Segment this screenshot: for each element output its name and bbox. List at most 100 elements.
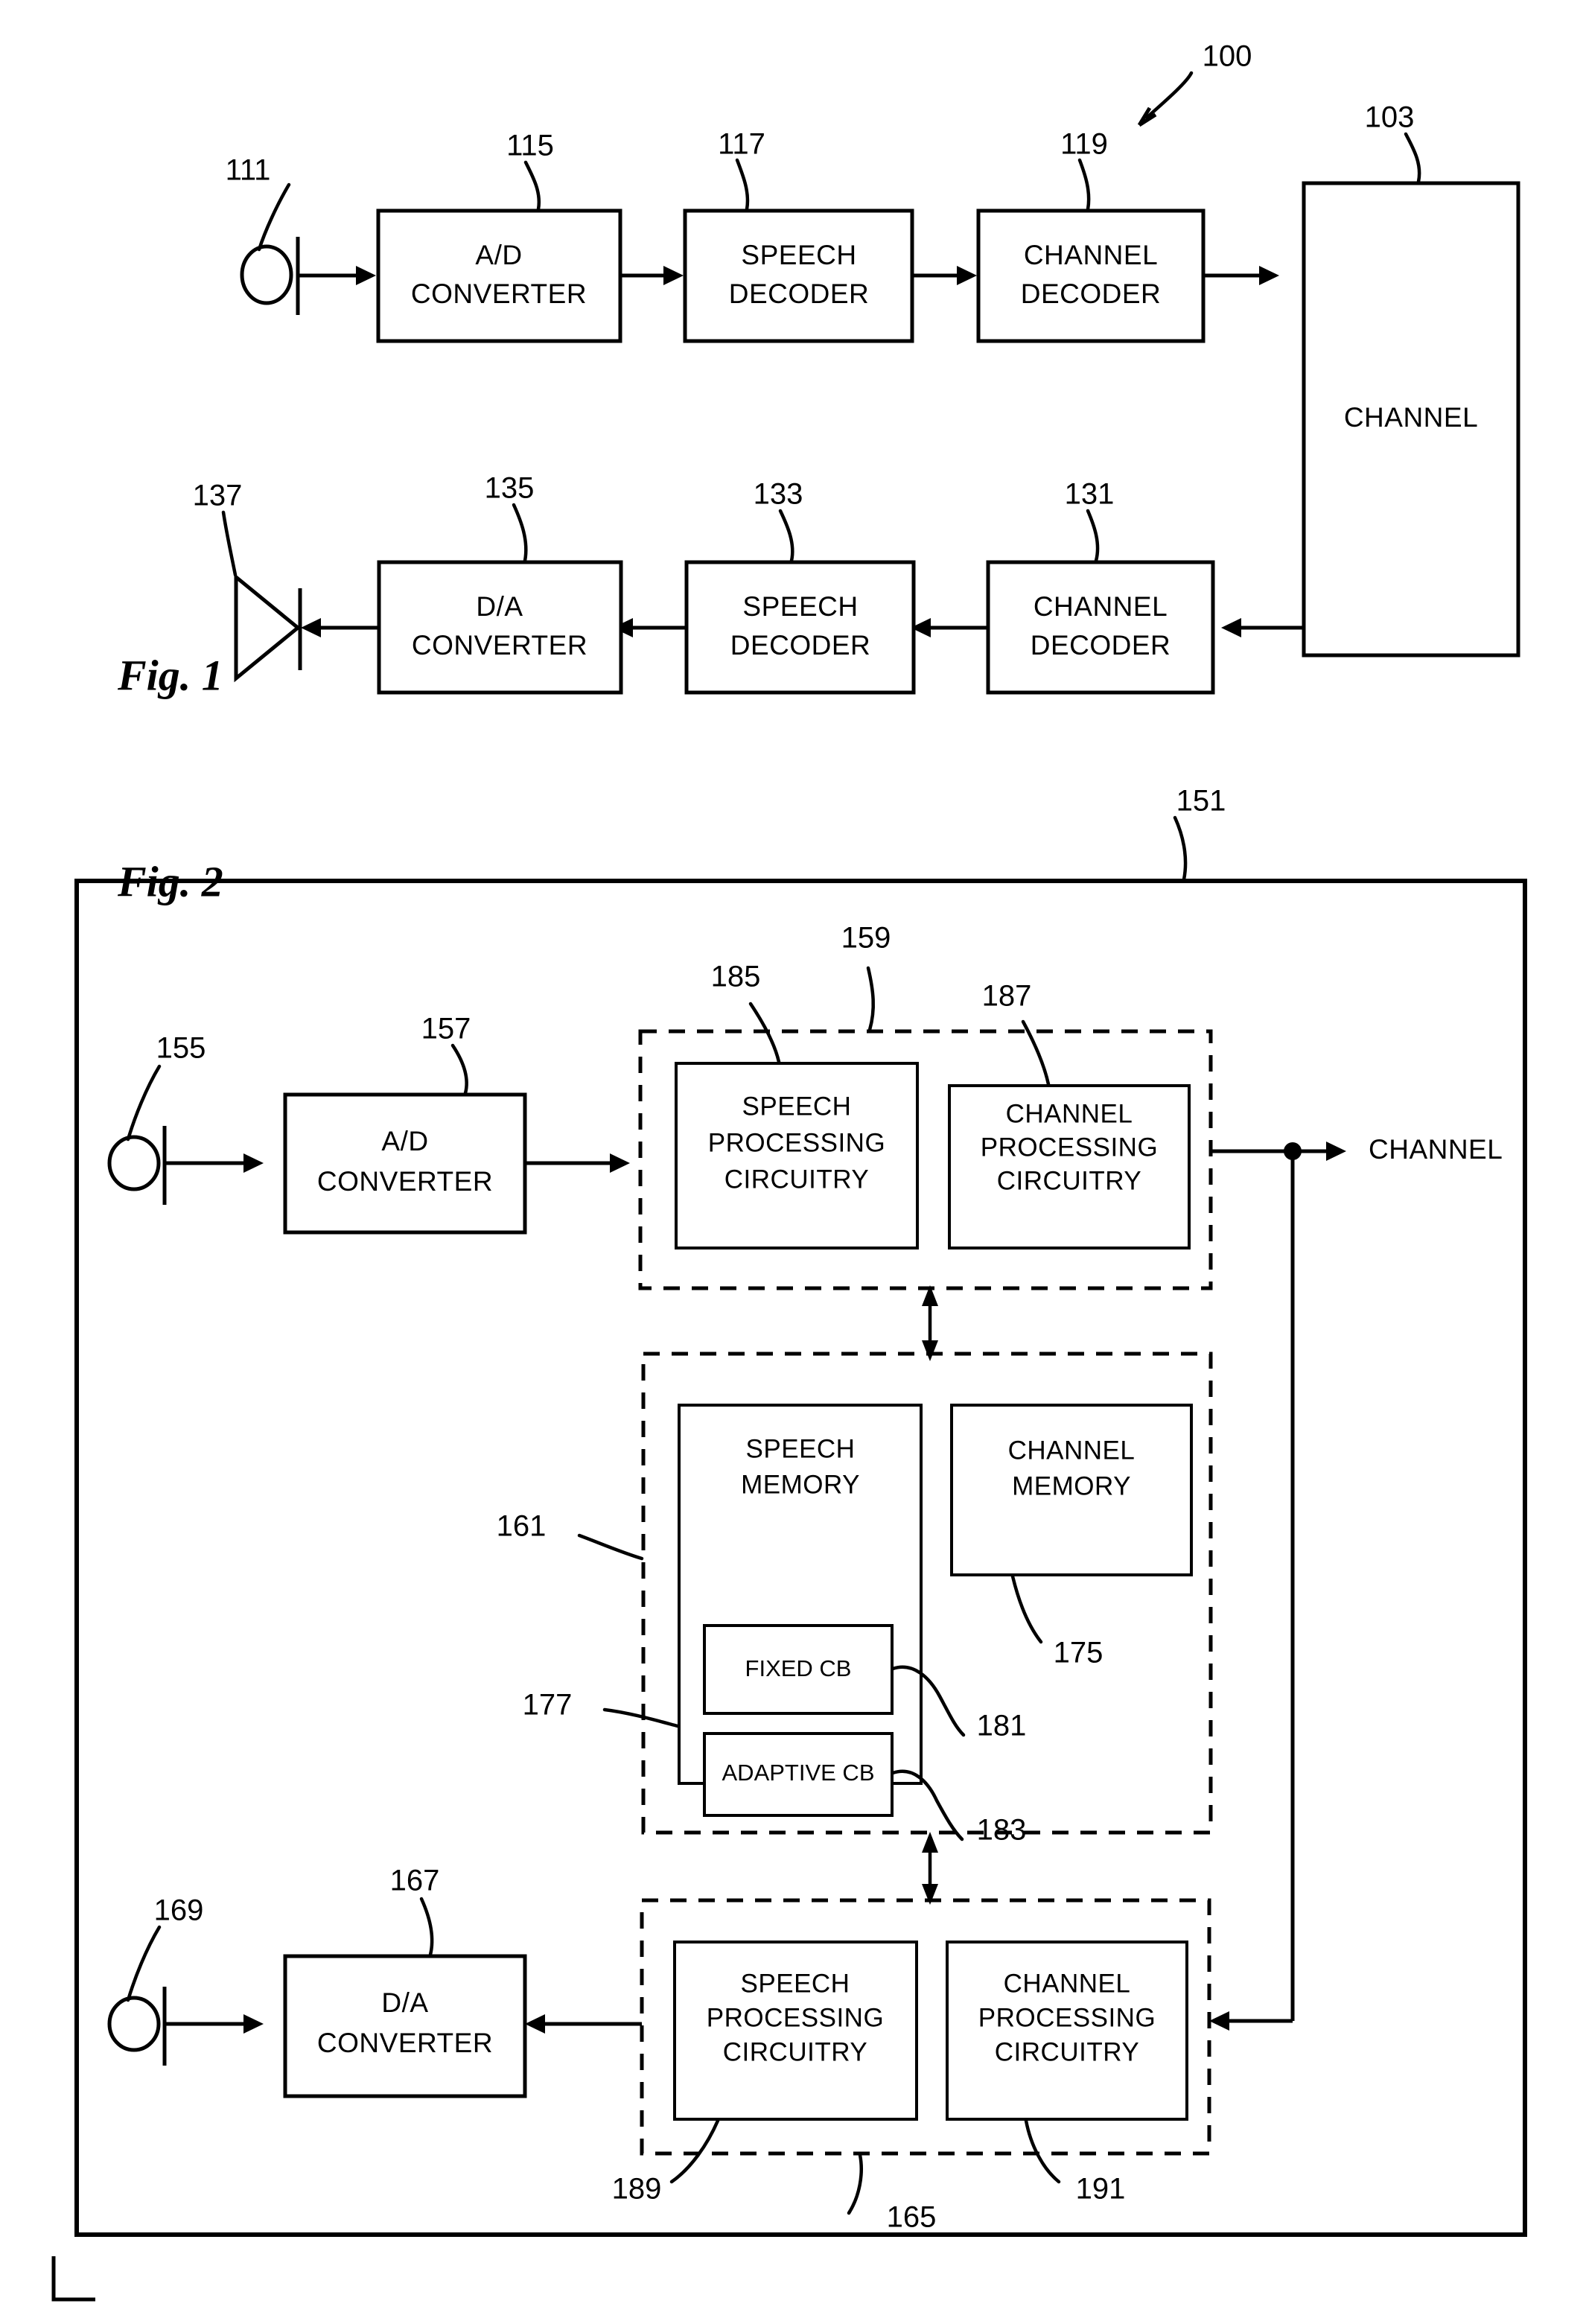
block-line1: SPEECH xyxy=(746,1434,856,1463)
ref-189: 189 xyxy=(612,2173,662,2206)
ref-137: 137 xyxy=(193,480,243,512)
ref-177-leader xyxy=(602,1707,680,1728)
block-line2: PROCESSING xyxy=(981,1133,1158,1162)
arrowhead-down xyxy=(922,1340,938,1361)
ref-161: 161 xyxy=(497,1510,547,1543)
block-line2: MEMORY xyxy=(1012,1471,1131,1500)
block-speech-processing-185: SPEECH PROCESSING CIRCUITRY 185 xyxy=(675,961,919,1249)
block-label: ADAPTIVE CB xyxy=(722,1760,875,1786)
block-line2: CONVERTER xyxy=(317,2028,493,2058)
ref-183: 183 xyxy=(977,1814,1027,1847)
block-line1: A/D xyxy=(475,240,522,270)
block-line1: SPEECH xyxy=(742,1092,852,1121)
block-rect xyxy=(377,560,623,695)
block-rect xyxy=(976,208,1206,343)
block-line1: CHANNEL xyxy=(1034,591,1168,622)
block-line2: CONVERTER xyxy=(412,630,587,660)
block-line1: CHANNEL xyxy=(1008,1436,1136,1465)
ref-169: 169 xyxy=(154,1894,204,1927)
block-channel-decoder-131: CHANNEL DECODER 131 xyxy=(986,478,1215,695)
arrowhead xyxy=(243,2014,264,2034)
corner-mark-glyph xyxy=(51,2256,95,2302)
block-rect xyxy=(684,560,916,695)
block-adaptive-cb-183: ADAPTIVE CB 183 xyxy=(703,1732,1027,1847)
ref-185: 185 xyxy=(711,961,761,993)
ref-191: 191 xyxy=(1076,2173,1126,2206)
corner-mark xyxy=(51,2256,95,2302)
patent-drawing-sheet: 100 111 A/D CONVERTER 115 SPEECH DECODER xyxy=(0,0,1586,2324)
ref-131-leader xyxy=(1086,509,1100,563)
ref-119: 119 xyxy=(1060,128,1108,161)
block-line3: CIRCUITRY xyxy=(995,2037,1139,2066)
block-line1: A/D xyxy=(381,1126,428,1156)
figure-1-caption: Fig. 1 xyxy=(117,651,223,699)
block-rect xyxy=(283,1954,527,2098)
microphone-icon-155: 155 xyxy=(107,1032,206,1205)
block-rect xyxy=(986,560,1215,695)
ref-119-leader xyxy=(1077,158,1091,211)
bus-memory-decode xyxy=(922,1832,938,1905)
block-channel-103: CHANNEL 103 xyxy=(1302,101,1520,658)
ref-151: 151 xyxy=(1176,785,1226,818)
ref-115: 115 xyxy=(506,130,554,162)
ref-189-leader xyxy=(669,2118,720,2184)
block-line2: PROCESSING xyxy=(978,2003,1156,2032)
ref-151-leader xyxy=(1173,815,1188,882)
arrowhead-up xyxy=(922,1832,938,1853)
ref-103-leader xyxy=(1404,132,1421,184)
ref-117-leader xyxy=(735,158,750,211)
arrowhead xyxy=(1259,266,1279,285)
channel-output-label: CHANNEL xyxy=(1369,1134,1503,1165)
microphone-icon-169: 169 xyxy=(107,1894,204,2066)
arrowhead xyxy=(243,1153,264,1173)
speaker-icon xyxy=(234,573,301,683)
ref-161-leader xyxy=(577,1533,644,1561)
ref-165: 165 xyxy=(887,2201,937,2234)
figure-2: Fig. 2 151 155 A/D CONVERTER 157 159 SPE… xyxy=(74,785,1527,2237)
channel-output-path: CHANNEL xyxy=(1209,1134,1503,2031)
ref-100-leader xyxy=(1144,71,1194,120)
block-ad-converter-157: A/D CONVERTER 157 xyxy=(283,1013,527,1235)
arrowhead xyxy=(1326,1142,1346,1161)
block-channel-decoder-119: CHANNEL DECODER 119 xyxy=(976,128,1206,343)
block-line2: DECODER xyxy=(730,630,871,660)
arrowhead xyxy=(663,266,684,285)
figure-1: 100 111 A/D CONVERTER 115 SPEECH DECODER xyxy=(117,40,1520,699)
ref-133-leader xyxy=(778,509,794,563)
ref-175-leader xyxy=(1010,1574,1043,1644)
ref-111: 111 xyxy=(226,154,271,187)
block-line2: CONVERTER xyxy=(411,278,587,309)
ref-167-leader xyxy=(419,1897,434,1957)
block-line2: MEMORY xyxy=(741,1470,860,1499)
ref-103: 103 xyxy=(1365,101,1415,134)
arrowhead xyxy=(301,618,321,637)
ref-187: 187 xyxy=(982,980,1032,1013)
block-speech-processing-189: SPEECH PROCESSING CIRCUITRY 189 xyxy=(612,1941,918,2206)
block-ad-converter-115: A/D CONVERTER 115 xyxy=(376,130,622,343)
ref-133: 133 xyxy=(754,478,803,511)
ref-191-leader xyxy=(1024,2118,1061,2184)
ref-135: 135 xyxy=(485,472,535,505)
ref-175: 175 xyxy=(1054,1637,1103,1669)
block-da-converter-167: D/A CONVERTER 167 xyxy=(283,1865,527,2098)
ref-117: 117 xyxy=(718,128,765,161)
block-line3: CIRCUITRY xyxy=(723,2037,867,2066)
ref-169-leader xyxy=(126,1925,162,2002)
block-channel-processing-191: CHANNEL PROCESSING CIRCUITRY 191 xyxy=(946,1941,1188,2206)
block-label: FIXED CB xyxy=(745,1655,852,1681)
ref-131: 131 xyxy=(1065,478,1115,511)
block-speech-decoder-117: SPEECH DECODER 117 xyxy=(683,128,914,343)
ref-155: 155 xyxy=(156,1032,206,1065)
block-label: CHANNEL xyxy=(1344,402,1478,433)
block-da-converter-135: D/A CONVERTER 135 xyxy=(377,472,623,695)
block-line2: DECODER xyxy=(1031,630,1171,660)
block-rect xyxy=(683,208,914,343)
decode-group-165: 165 SPEECH PROCESSING CIRCUITRY 189 CHAN… xyxy=(612,1898,1211,2234)
system-100-pointer: 100 xyxy=(1137,40,1252,127)
ref-177: 177 xyxy=(523,1689,573,1722)
block-channel-processing-187: CHANNEL PROCESSING CIRCUITRY 187 xyxy=(948,980,1191,1249)
block-line1: CHANNEL xyxy=(1004,1969,1131,1998)
block-line1: SPEECH xyxy=(741,1969,850,1998)
block-speech-decoder-133: SPEECH DECODER 133 xyxy=(684,478,916,695)
block-line2: DECODER xyxy=(1021,278,1162,309)
